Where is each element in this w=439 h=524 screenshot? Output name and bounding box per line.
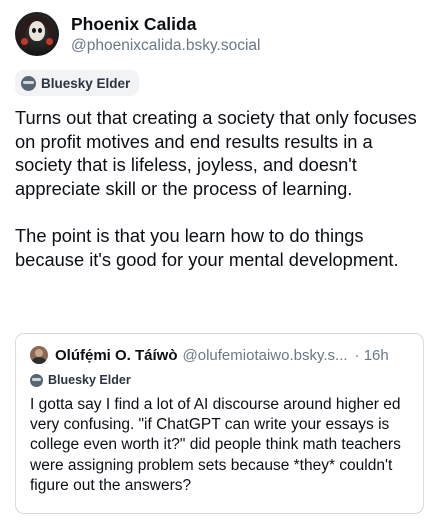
quoted-avatar[interactable] [30,346,48,364]
elder-badge-icon [21,75,36,91]
post: Phoenix Calida @phoenixcalida.bsky.socia… [0,0,439,524]
quoted-timestamp[interactable]: · 16h [355,347,389,364]
author-names: Phoenix Calida @phoenixcalida.bsky.socia… [71,13,261,56]
author-display-name[interactable]: Phoenix Calida [71,13,261,35]
verification-badge[interactable]: Bluesky Elder [15,70,140,96]
quoted-post-text: I gotta say I find a lot of AI discourse… [30,396,401,494]
quoted-badge-label: Bluesky Elder [48,373,131,387]
elder-badge-icon [30,373,43,387]
quoted-post-header: Olúfẹ́mi O. Táíwò @olufemiotaiwo.bsky.s.… [30,346,409,364]
quoted-handle[interactable]: @olufemiotaiwo.bsky.s... [183,347,348,364]
quoted-display-name[interactable]: Olúfẹ́mi O. Táíwò [55,347,178,364]
quoted-verification-badge[interactable]: Bluesky Elder [30,373,409,387]
quoted-post[interactable]: Olúfẹ́mi O. Táíwò @olufemiotaiwo.bsky.s.… [15,333,424,514]
author-handle[interactable]: @phoenixcalida.bsky.social [71,36,261,56]
avatar[interactable] [15,12,59,56]
post-text: Turns out that creating a society that o… [15,107,417,270]
badge-label: Bluesky Elder [41,75,131,91]
post-header: Phoenix Calida @phoenixcalida.bsky.socia… [15,12,261,56]
